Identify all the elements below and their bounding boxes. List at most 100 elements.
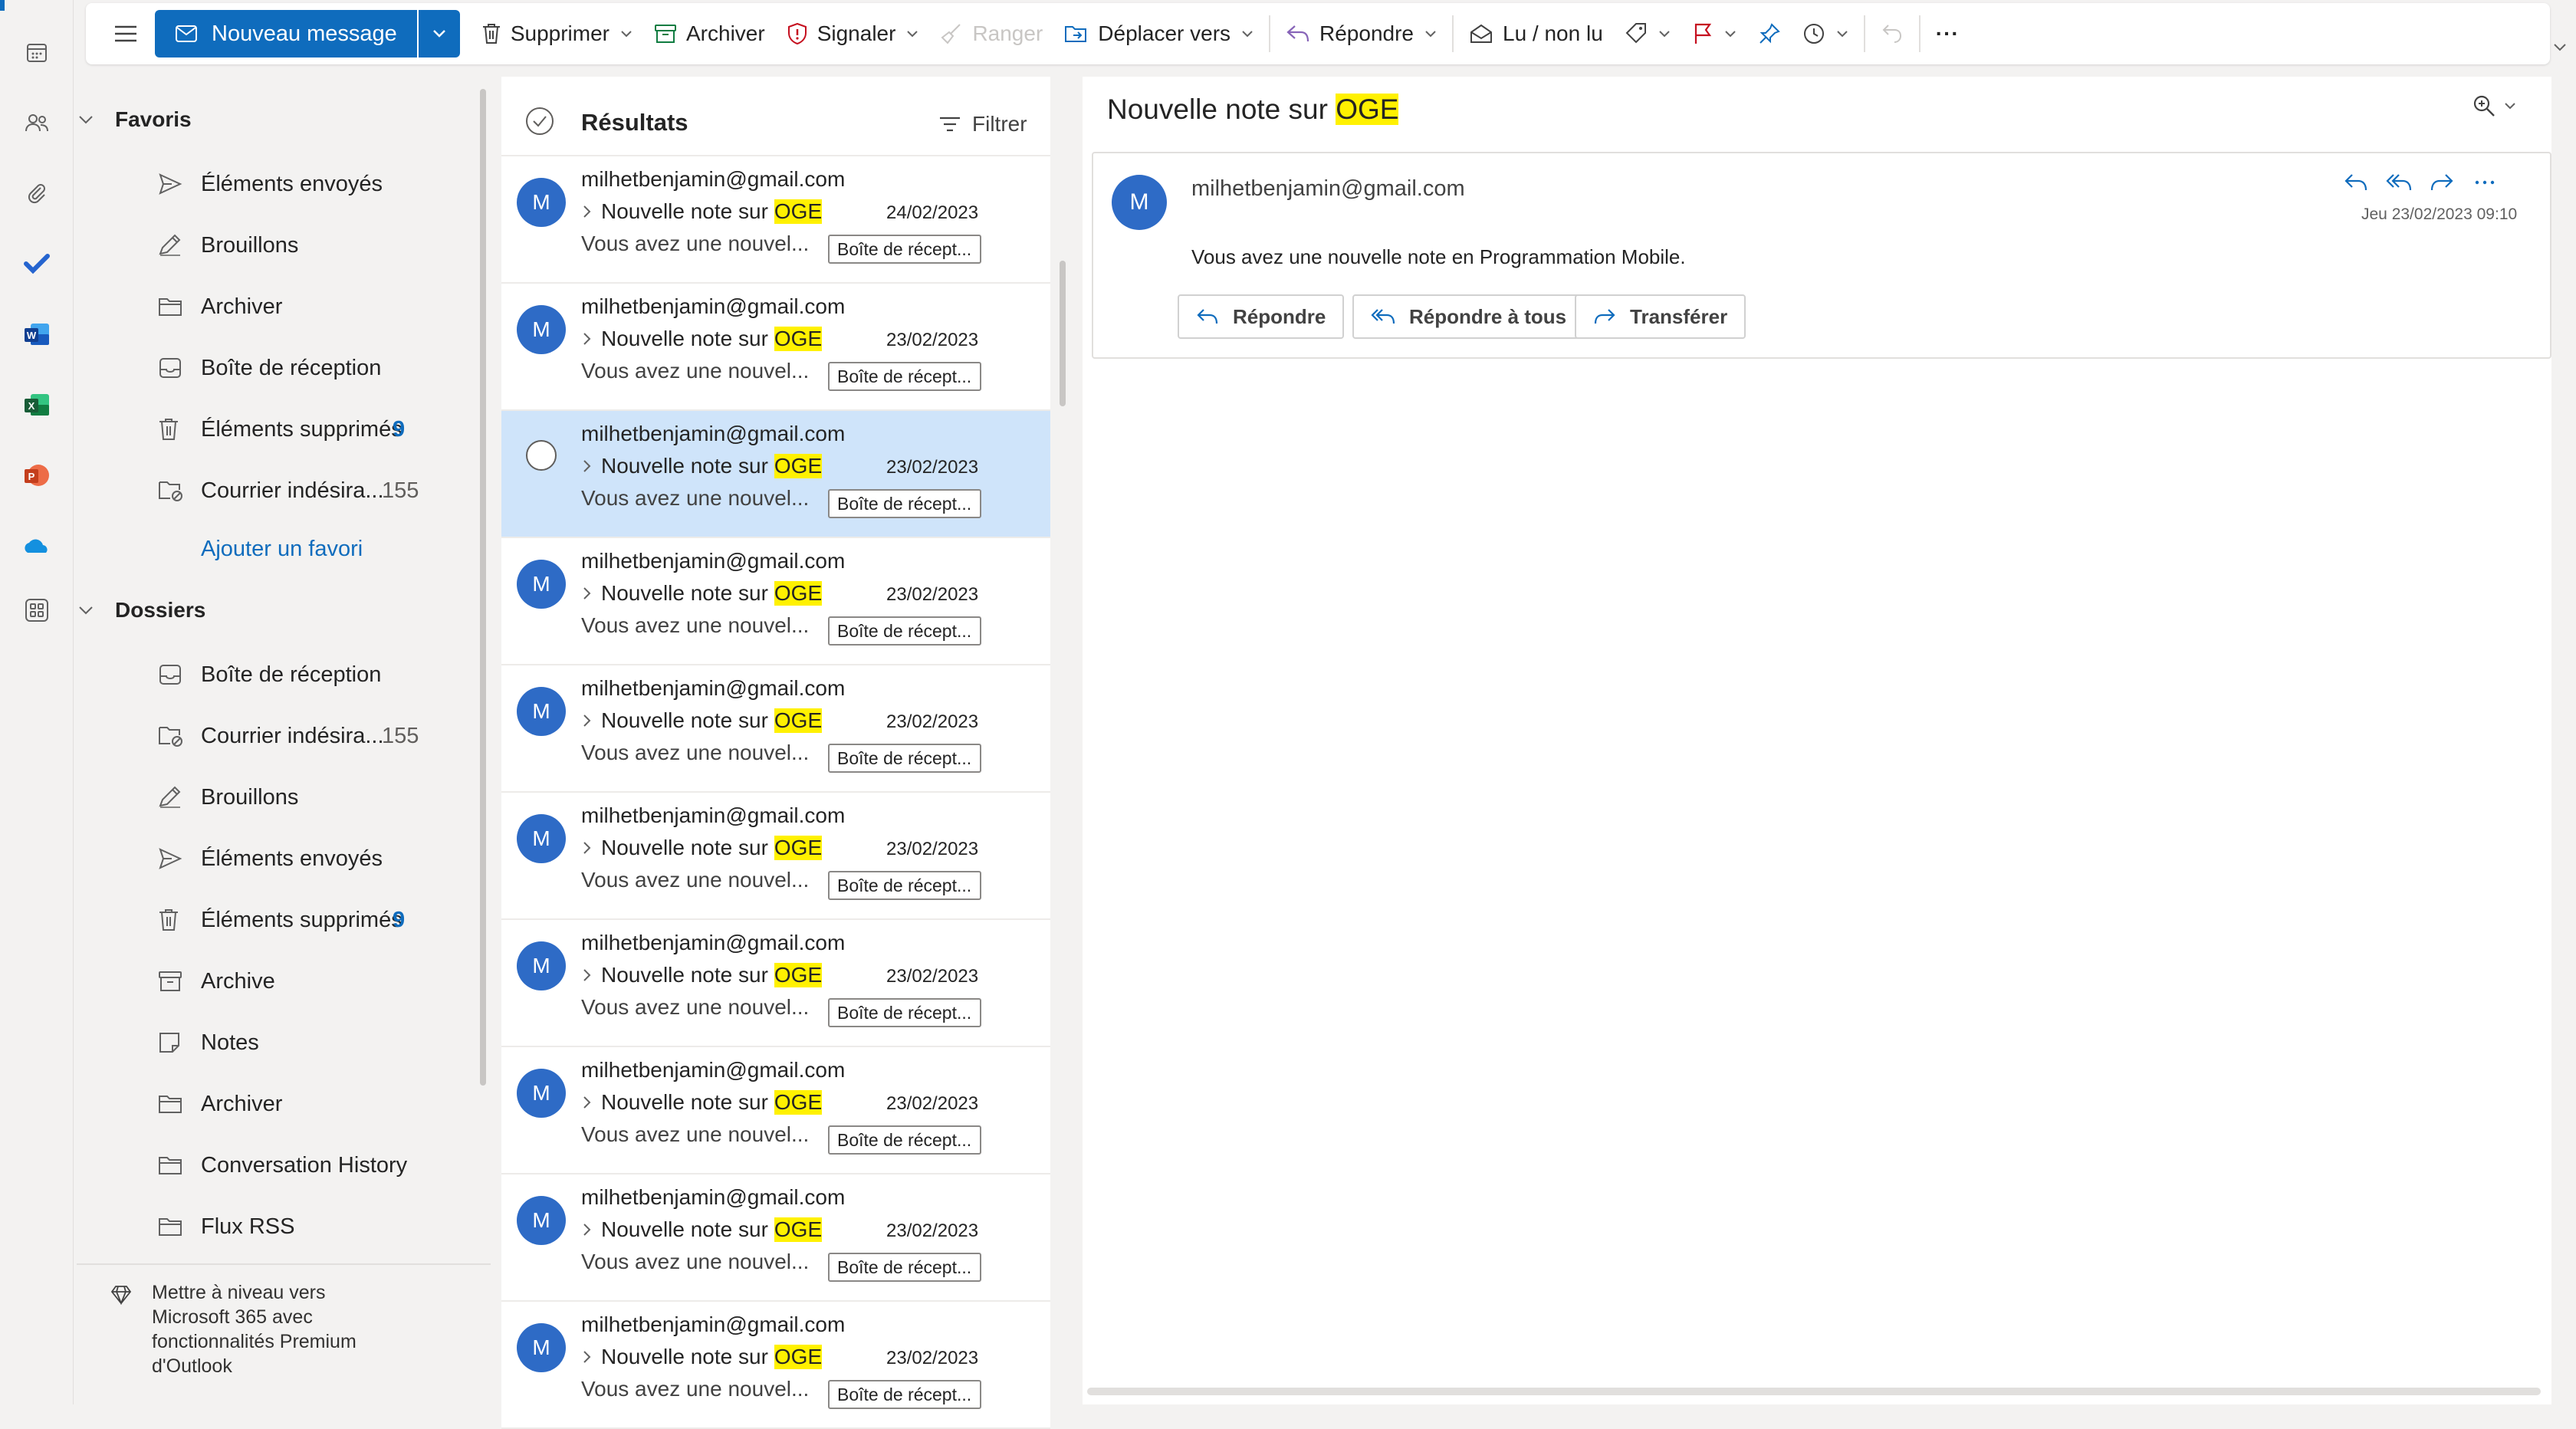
- message-list-scrollbar[interactable]: [1060, 261, 1066, 406]
- folder-tag[interactable]: Boîte de récept...: [828, 616, 981, 646]
- reply-icon: [1286, 25, 1309, 42]
- reply-button[interactable]: Répondre: [1275, 11, 1447, 57]
- folder-tag[interactable]: Boîte de récept...: [828, 744, 981, 773]
- powerpoint-icon[interactable]: P: [18, 457, 55, 494]
- snooze-button[interactable]: [1792, 11, 1859, 57]
- send-icon: [158, 847, 182, 870]
- expand-thread-chevron-icon[interactable]: [583, 205, 601, 218]
- folder-item[interactable]: Flux RSS: [158, 1202, 480, 1251]
- expand-thread-chevron-icon[interactable]: [583, 332, 601, 346]
- report-button[interactable]: Signaler: [776, 11, 930, 57]
- reply-all-button-inline[interactable]: Répondre à tous: [1352, 294, 1585, 339]
- message-subject: Nouvelle note sur OGE: [583, 708, 823, 733]
- excel-icon[interactable]: X: [18, 386, 55, 423]
- undo-button[interactable]: [1870, 11, 1914, 57]
- subject-highlight: OGE: [774, 1345, 823, 1369]
- folder-tag[interactable]: Boîte de récept...: [828, 1253, 981, 1282]
- rail-active-indicator: [0, 0, 5, 11]
- message-row[interactable]: Mmilhetbenjamin@gmail.com Nouvelle note s…: [501, 284, 1050, 411]
- folder-item[interactable]: Éléments supprimés 9: [158, 405, 480, 454]
- message-row[interactable]: Mmilhetbenjamin@gmail.com Nouvelle note s…: [501, 920, 1050, 1047]
- folder-item[interactable]: Boîte de réception: [158, 650, 480, 699]
- folder-item[interactable]: Courrier indésira... 155: [158, 466, 480, 515]
- folder-item[interactable]: Éléments envoyés: [158, 834, 480, 883]
- forward-button-inline[interactable]: Transférer: [1575, 294, 1746, 339]
- ribbon-collapse-chevron-icon[interactable]: [2553, 43, 2567, 52]
- word-icon[interactable]: W: [18, 316, 55, 353]
- expand-thread-chevron-icon[interactable]: [583, 586, 601, 600]
- folder-item[interactable]: Brouillons: [158, 773, 480, 822]
- people-icon[interactable]: [18, 104, 55, 141]
- folder-item[interactable]: Archiver: [158, 1079, 480, 1128]
- message-row[interactable]: Mmilhetbenjamin@gmail.com Nouvelle note s…: [501, 665, 1050, 793]
- message-row[interactable]: Mmilhetbenjamin@gmail.com Nouvelle note s…: [501, 1174, 1050, 1302]
- folder-item-label: Archiver: [201, 1091, 283, 1116]
- add-favorite-link[interactable]: Ajouter un favori: [201, 537, 363, 562]
- onedrive-icon[interactable]: [18, 527, 55, 564]
- folder-item[interactable]: Boîte de réception: [158, 343, 480, 393]
- folder-tag[interactable]: Boîte de récept...: [828, 362, 981, 391]
- sweep-button[interactable]: Ranger: [929, 11, 1053, 57]
- folder-tag[interactable]: Boîte de récept...: [828, 235, 981, 264]
- reply-icon[interactable]: [2343, 172, 2369, 193]
- folder-pane-scrollbar[interactable]: [480, 89, 486, 1086]
- folder-tag[interactable]: Boîte de récept...: [828, 1125, 981, 1155]
- folder-item[interactable]: Courrier indésira... 155: [158, 711, 480, 760]
- delete-button[interactable]: Supprimer: [471, 11, 643, 57]
- folder-item[interactable]: Notes: [158, 1018, 480, 1067]
- expand-thread-chevron-icon[interactable]: [583, 968, 601, 982]
- reply-all-icon[interactable]: [2386, 172, 2412, 193]
- forward-icon[interactable]: [2429, 172, 2455, 193]
- upgrade-text-line: d'Outlook: [152, 1355, 232, 1377]
- message-row[interactable]: Mmilhetbenjamin@gmail.com Nouvelle note s…: [501, 793, 1050, 920]
- folder-item[interactable]: Archive: [158, 957, 480, 1006]
- reply-button-inline[interactable]: Répondre: [1178, 294, 1345, 339]
- message-row[interactable]: Mmilhetbenjamin@gmail.com Nouvelle note s…: [501, 538, 1050, 665]
- folder-tag[interactable]: Boîte de récept...: [828, 489, 981, 518]
- new-message-dropdown[interactable]: [416, 10, 460, 57]
- folder-item[interactable]: Conversation History: [158, 1141, 480, 1190]
- flag-button[interactable]: [1681, 11, 1747, 57]
- read-unread-button[interactable]: Lu / non lu: [1458, 11, 1614, 57]
- message-row[interactable]: milhetbenjamin@gmail.com Nouvelle note su…: [501, 411, 1050, 538]
- apps-icon[interactable]: [18, 592, 55, 629]
- favorites-header[interactable]: Favoris: [79, 107, 192, 132]
- select-all-checkbox-icon[interactable]: [524, 106, 555, 136]
- upgrade-banner[interactable]: Mettre à niveau vers Microsoft 365 avec …: [77, 1263, 491, 1378]
- more-actions-icon[interactable]: [2472, 172, 2498, 193]
- folder-count-badge: 155: [382, 478, 419, 503]
- folder-item[interactable]: Éléments envoyés: [158, 159, 480, 209]
- more-options-button[interactable]: ···: [1925, 11, 1970, 57]
- folder-tag[interactable]: Boîte de récept...: [828, 998, 981, 1027]
- zoom-button[interactable]: [2472, 94, 2516, 118]
- categorize-button[interactable]: [1614, 11, 1681, 57]
- folder-tag[interactable]: Boîte de récept...: [828, 871, 981, 900]
- folder-item[interactable]: Brouillons: [158, 221, 480, 270]
- message-row[interactable]: Mmilhetbenjamin@gmail.com Nouvelle note s…: [501, 156, 1050, 284]
- message-row[interactable]: Mmilhetbenjamin@gmail.com Nouvelle note s…: [501, 1047, 1050, 1174]
- folder-item[interactable]: Éléments supprimés 9: [158, 895, 480, 944]
- calendar-icon[interactable]: [18, 34, 55, 71]
- folder-count-badge: 9: [393, 907, 406, 932]
- expand-thread-chevron-icon[interactable]: [583, 714, 601, 728]
- expand-thread-chevron-icon[interactable]: [583, 841, 601, 855]
- folder-tag[interactable]: Boîte de récept...: [828, 1380, 981, 1409]
- folders-header[interactable]: Dossiers: [79, 598, 205, 623]
- filter-button[interactable]: Filtrer: [938, 112, 1027, 136]
- message-row[interactable]: Mmilhetbenjamin@gmail.com Nouvelle note s…: [501, 1302, 1050, 1429]
- expand-thread-chevron-icon[interactable]: [583, 1350, 601, 1364]
- expand-thread-chevron-icon[interactable]: [583, 1223, 601, 1237]
- hamburger-menu-icon[interactable]: [107, 15, 144, 52]
- archive-button[interactable]: Archiver: [643, 11, 776, 57]
- row-select-checkbox[interactable]: [526, 440, 557, 471]
- expand-thread-chevron-icon[interactable]: [583, 459, 601, 473]
- reading-pane-horizontal-scrollbar[interactable]: [1087, 1388, 2541, 1395]
- move-to-button[interactable]: Déplacer vers: [1053, 11, 1264, 57]
- attachment-icon[interactable]: [18, 175, 55, 212]
- new-message-button[interactable]: Nouveau message: [155, 10, 417, 57]
- todo-icon[interactable]: [18, 245, 55, 282]
- expand-thread-chevron-icon[interactable]: [583, 1096, 601, 1109]
- sender-address[interactable]: milhetbenjamin@gmail.com: [1191, 176, 1465, 202]
- pin-button[interactable]: [1747, 11, 1792, 57]
- folder-item[interactable]: Archiver: [158, 282, 480, 331]
